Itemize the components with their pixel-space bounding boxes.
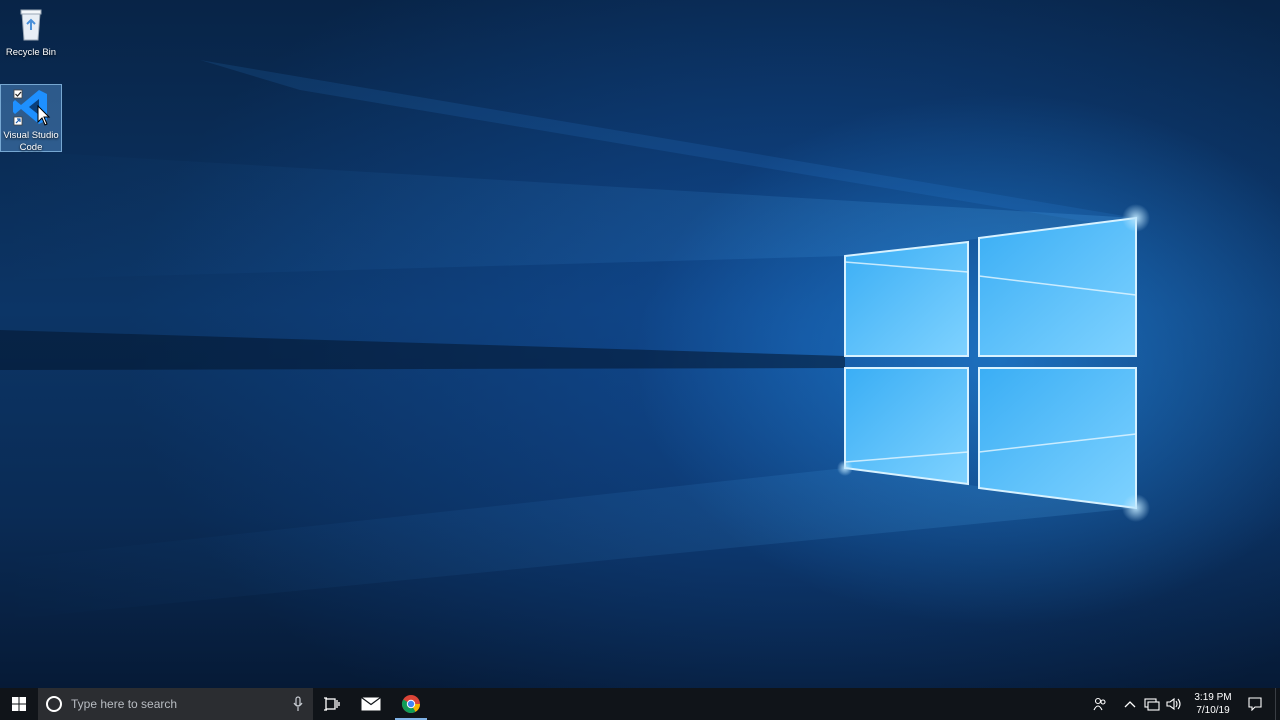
taskbar: Type here to search 3:19 PM 7/10/19 [0, 688, 1280, 720]
system-tray: 3:19 PM 7/10/19 [1089, 688, 1280, 720]
clock-date: 7/10/19 [1196, 705, 1230, 716]
vscode-icon [11, 87, 51, 127]
chrome-icon [401, 695, 420, 714]
desktop-icon-label: Visual Studio Code [3, 130, 59, 153]
network-icon[interactable] [1141, 688, 1163, 720]
desktop-icon-label: Recycle Bin [5, 47, 57, 58]
windows-logo-icon [12, 697, 26, 711]
recycle-bin-icon [11, 4, 51, 44]
cortana-circle-icon [46, 696, 62, 712]
taskbar-mail-button[interactable] [351, 688, 391, 720]
task-view-button[interactable] [313, 688, 351, 720]
windows-hero-wallpaper [0, 60, 1150, 620]
volume-icon[interactable] [1163, 688, 1185, 720]
taskbar-chrome-button[interactable] [391, 688, 431, 720]
mouse-cursor-icon [37, 105, 51, 126]
search-placeholder[interactable]: Type here to search [71, 697, 177, 711]
taskbar-clock[interactable]: 3:19 PM 7/10/19 [1191, 691, 1235, 717]
mail-icon [361, 697, 381, 711]
action-center-button[interactable] [1235, 688, 1275, 720]
search-box[interactable]: Type here to search [38, 688, 313, 720]
show-desktop-button[interactable] [1275, 688, 1280, 720]
desktop-icon-visual-studio-code[interactable]: Visual Studio Code [0, 84, 62, 153]
chevron-up-icon[interactable] [1119, 688, 1141, 720]
desktop-icon-recycle-bin[interactable]: Recycle Bin [0, 2, 62, 62]
desktop[interactable]: Recycle Bin Visual Studio Code [0, 0, 1280, 688]
task-view-icon [324, 697, 340, 711]
clock-time: 3:19 PM [1194, 692, 1232, 703]
notification-icon [1248, 697, 1262, 711]
microphone-icon[interactable] [293, 696, 303, 712]
people-icon[interactable] [1089, 688, 1111, 720]
start-button[interactable] [0, 688, 38, 720]
